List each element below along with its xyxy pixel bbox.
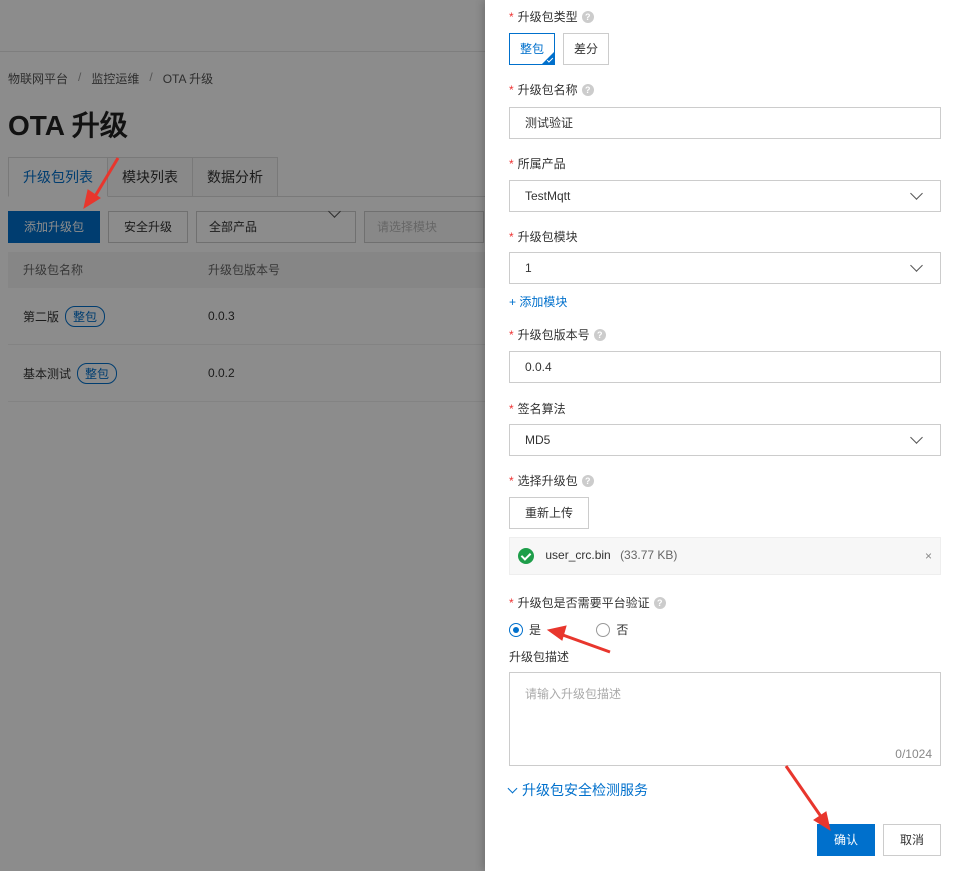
add-package-drawer: * 升级包类型 ? 整包 差分 * 升级包名称 ? 测试验证 * 所属产品 Te… [485, 0, 963, 871]
product-select-value: TestMqtt [525, 189, 571, 203]
confirm-button[interactable]: 确认 [817, 824, 875, 856]
add-module-link[interactable]: + 添加模块 [509, 293, 941, 310]
security-service-link: 升级包安全检测服务 [522, 782, 648, 798]
success-check-icon [518, 548, 534, 564]
module-select-value: 1 [525, 261, 532, 275]
reupload-button[interactable]: 重新上传 [509, 497, 590, 529]
field-package-type: * 升级包类型 ? 整包 差分 [509, 8, 941, 65]
label-text: 升级包类型 [517, 10, 578, 24]
cancel-button[interactable]: 取消 [883, 824, 941, 856]
field-platform-verify: * 升级包是否需要平台验证 ? 是 否 [509, 594, 941, 640]
help-icon[interactable]: ? [653, 596, 666, 609]
field-product: * 所属产品 TestMqtt [509, 155, 941, 212]
remove-file-icon[interactable]: × [925, 549, 932, 563]
product-select[interactable]: TestMqtt [509, 180, 941, 212]
required-mark: * [509, 595, 514, 610]
chevron-down-icon [910, 431, 923, 444]
type-full-button[interactable]: 整包 [509, 33, 556, 65]
field-label: * 升级包类型 ? [509, 8, 941, 25]
field-module: * 升级包模块 1 + 添加模块 [509, 228, 941, 310]
version-input[interactable]: 0.0.4 [509, 351, 941, 383]
package-name-input[interactable]: 测试验证 [509, 107, 941, 139]
security-service-toggle[interactable]: 升级包安全检测服务 [507, 780, 941, 800]
chevron-down-icon [910, 259, 923, 272]
sign-algorithm-value: MD5 [525, 433, 551, 447]
label-text: 升级包模块 [517, 230, 578, 244]
radio-label: 否 [616, 623, 629, 637]
uploaded-file-item: user_crc.bin (33.77 KB) × [509, 537, 941, 575]
char-counter: 0/1024 [895, 747, 932, 761]
chevron-down-icon [910, 187, 923, 200]
required-mark: * [509, 401, 514, 416]
field-sign-algorithm: * 签名算法 MD5 [509, 400, 941, 456]
description-textarea[interactable]: 请输入升级包描述 0/1024 [509, 672, 941, 766]
field-version: * 升级包版本号 ? 0.0.4 [509, 326, 941, 383]
required-mark: * [509, 473, 514, 488]
file-size: (33.77 KB) [620, 548, 678, 563]
label-text: 选择升级包 [517, 474, 578, 488]
field-label: * 升级包模块 [509, 228, 941, 245]
label-text: 升级包描述 [509, 650, 570, 664]
help-icon[interactable]: ? [581, 10, 594, 23]
radio-label: 是 [529, 623, 542, 637]
package-type-toggle: 整包 差分 [509, 33, 941, 65]
field-label: * 升级包是否需要平台验证 ? [509, 594, 941, 611]
field-label: * 选择升级包 ? [509, 472, 941, 489]
sign-algorithm-select[interactable]: MD5 [509, 424, 941, 456]
help-icon[interactable]: ? [593, 328, 606, 341]
module-select[interactable]: 1 [509, 252, 941, 284]
label-text: 升级包名称 [517, 83, 578, 97]
verify-yes-radio[interactable]: 是 [509, 621, 541, 638]
file-info: user_crc.bin (33.77 KB) [518, 548, 677, 564]
field-upload: * 选择升级包 ? 重新上传 user_crc.bin (33.77 KB) × [509, 472, 941, 575]
field-package-name: * 升级包名称 ? 测试验证 [509, 81, 941, 139]
type-diff-button[interactable]: 差分 [563, 33, 610, 65]
label-text: 升级包版本号 [517, 328, 590, 342]
field-label: * 升级包版本号 ? [509, 326, 941, 343]
field-label: 升级包描述 [509, 648, 941, 665]
field-label: * 所属产品 [509, 155, 941, 172]
field-description: 升级包描述 请输入升级包描述 0/1024 [509, 648, 941, 766]
field-label: * 升级包名称 ? [509, 81, 941, 98]
file-name: user_crc.bin [545, 548, 611, 563]
description-placeholder: 请输入升级包描述 [525, 687, 622, 701]
verify-no-radio[interactable]: 否 [596, 621, 628, 638]
field-label: * 签名算法 [509, 400, 941, 417]
label-text: 签名算法 [517, 402, 566, 416]
required-mark: * [509, 82, 514, 97]
required-mark: * [509, 9, 514, 24]
required-mark: * [509, 156, 514, 171]
radio-checked-icon [509, 622, 523, 637]
radio-unchecked-icon [596, 622, 611, 637]
label-text: 升级包是否需要平台验证 [517, 596, 650, 610]
modal-overlay[interactable] [0, 0, 485, 871]
help-icon[interactable]: ? [581, 474, 594, 487]
verify-radio-group: 是 否 [509, 621, 941, 640]
chevron-down-icon [507, 783, 518, 793]
label-text: 所属产品 [517, 157, 566, 171]
help-icon[interactable]: ? [581, 83, 594, 96]
required-mark: * [509, 229, 514, 244]
required-mark: * [509, 327, 514, 342]
